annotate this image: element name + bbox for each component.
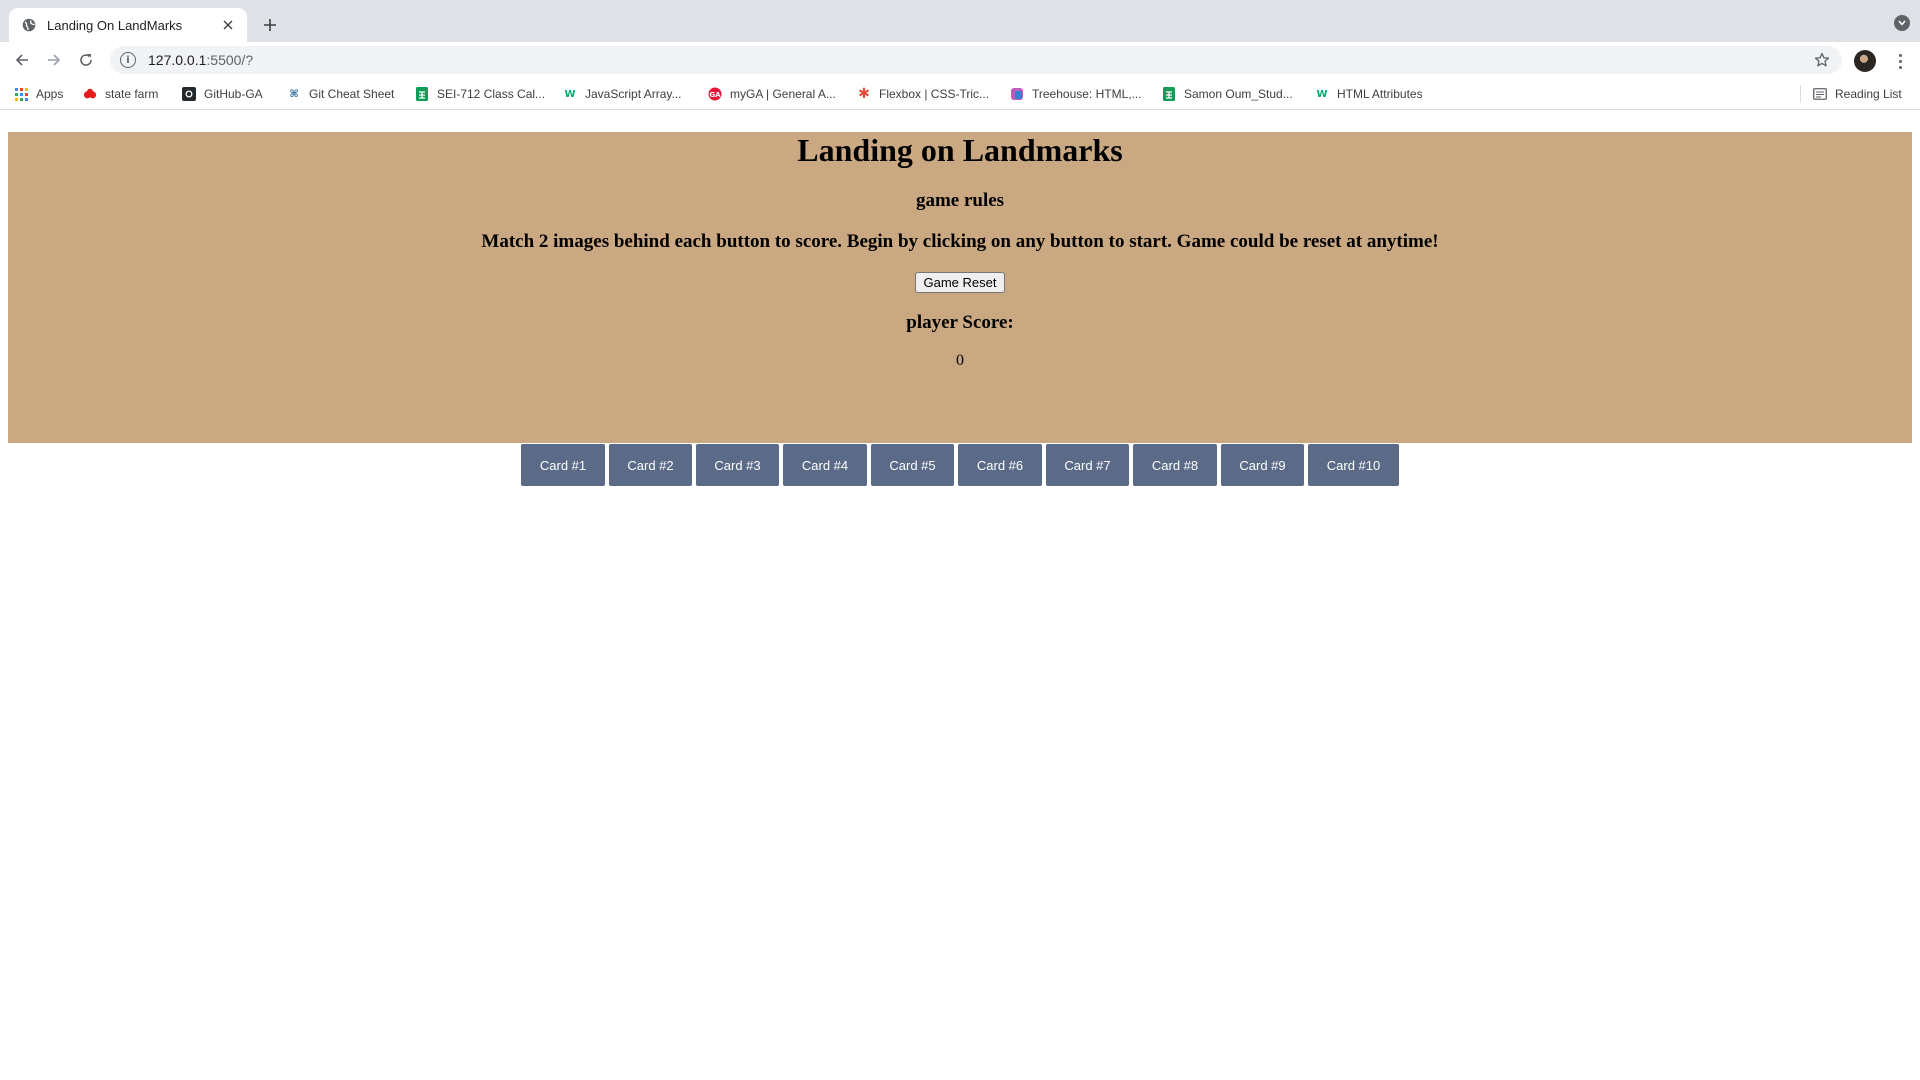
bookmark-samon-oum[interactable]: Samon Oum_Stud... <box>1162 85 1293 103</box>
rules-text: Match 2 images behind each button to sco… <box>481 231 1439 252</box>
state-farm-icon <box>83 87 97 101</box>
w3schools-icon: W <box>564 88 576 100</box>
card-button-row: Card #1 Card #2 Card #3 Card #4 Card #5 … <box>521 444 1399 486</box>
bookmark-label: Flexbox | CSS-Tric... <box>879 87 990 101</box>
page-viewport: Landing on Landmarks game rules Match 2 … <box>0 111 1920 1080</box>
sheets-icon <box>415 87 429 101</box>
bookmark-sei-712[interactable]: SEI-712 Class Cal... <box>415 85 545 103</box>
card-button-5[interactable]: Card #5 <box>871 444 954 486</box>
apps-grid-icon <box>14 87 28 101</box>
game-header: Landing on Landmarks game rules Match 2 … <box>8 132 1912 443</box>
bookmark-state-farm[interactable]: state farm <box>83 85 158 103</box>
bookmark-label: GitHub-GA <box>204 87 263 101</box>
bookmarks-bar: Apps state farm GitHub-GA ⌘ Git Cheat Sh… <box>0 78 1920 110</box>
back-button[interactable] <box>10 48 34 72</box>
score-label: player Score: <box>906 312 1014 333</box>
bookmark-label: HTML Attributes <box>1337 87 1423 101</box>
tab-strip: Landing On LandMarks <box>0 0 1920 42</box>
bookmark-label: myGA | General A... <box>730 87 836 101</box>
svg-text:GA: GA <box>709 91 721 99</box>
bookmark-label: Apps <box>36 87 64 101</box>
address-bar[interactable]: i 127.0.0.1:5500/? <box>110 46 1842 74</box>
url-path: :5500/? <box>206 52 254 68</box>
github-icon <box>182 87 196 101</box>
card-button-1[interactable]: Card #1 <box>521 444 605 486</box>
bookmark-label: Treehouse: HTML,... <box>1032 87 1142 101</box>
bookmark-javascript-array[interactable]: W JavaScript Array... <box>563 85 681 103</box>
url-text: 127.0.0.1:5500/? <box>148 52 1812 68</box>
card-button-8[interactable]: Card #8 <box>1133 444 1217 486</box>
bookmark-flexbox[interactable]: ✱ Flexbox | CSS-Tric... <box>857 85 989 103</box>
bookmark-label: Samon Oum_Stud... <box>1184 87 1293 101</box>
tab-title: Landing On LandMarks <box>47 17 183 33</box>
arrow-right-icon <box>48 54 61 66</box>
star-icon[interactable] <box>1812 50 1832 70</box>
tab-search-button[interactable] <box>1894 15 1910 31</box>
card-button-4[interactable]: Card #4 <box>783 444 867 486</box>
globe-icon <box>21 17 37 33</box>
bookmark-label: SEI-712 Class Cal... <box>437 87 546 101</box>
bookmark-github-ga[interactable]: GitHub-GA <box>182 85 263 103</box>
git-icon: ⌘ <box>289 88 299 100</box>
css-tricks-icon: ✱ <box>858 86 870 102</box>
reading-list-label: Reading List <box>1835 87 1902 101</box>
card-button-2[interactable]: Card #2 <box>609 444 692 486</box>
bookmark-label: JavaScript Array... <box>585 87 682 101</box>
bookmark-myga[interactable]: GA myGA | General A... <box>708 85 836 103</box>
url-host: 127.0.0.1 <box>148 52 207 68</box>
score-value: 0 <box>956 352 964 369</box>
browser-toolbar: i 127.0.0.1:5500/? <box>0 42 1920 78</box>
reading-list-icon <box>1813 87 1827 101</box>
arrow-left-icon <box>15 54 28 66</box>
bookmark-html-attributes[interactable]: W HTML Attributes <box>1315 85 1423 103</box>
card-button-10[interactable]: Card #10 <box>1308 444 1399 486</box>
card-button-9[interactable]: Card #9 <box>1221 444 1304 486</box>
treehouse-icon <box>1010 87 1024 101</box>
menu-icon[interactable] <box>1890 50 1910 72</box>
card-button-6[interactable]: Card #6 <box>958 444 1042 486</box>
bookmark-label: Git Cheat Sheet <box>309 87 395 101</box>
bookmark-apps[interactable]: Apps <box>14 85 63 103</box>
bookmark-git-cheat-sheet[interactable]: ⌘ Git Cheat Sheet <box>287 85 394 103</box>
reading-list-button[interactable]: Reading List <box>1813 85 1902 103</box>
profile-avatar[interactable] <box>1854 50 1876 72</box>
info-icon[interactable]: i <box>120 52 136 68</box>
new-tab-button[interactable] <box>258 13 282 37</box>
game-reset-button[interactable]: Game Reset <box>915 272 1005 293</box>
page-title: Landing on Landmarks <box>797 132 1123 168</box>
rules-heading: game rules <box>915 190 1005 211</box>
bookmark-treehouse[interactable]: Treehouse: HTML,... <box>1010 85 1142 103</box>
card-button-7[interactable]: Card #7 <box>1046 444 1129 486</box>
w3schools-icon: W <box>1316 88 1328 100</box>
bookmark-label: state farm <box>105 87 159 101</box>
browser-tab[interactable]: Landing On LandMarks <box>9 8 247 42</box>
forward-button[interactable] <box>42 48 66 72</box>
chevron-down-icon <box>1898 20 1906 26</box>
bookmarks-divider <box>1800 85 1801 103</box>
reload-icon <box>80 54 92 66</box>
plus-icon <box>264 19 276 31</box>
card-button-3[interactable]: Card #3 <box>696 444 779 486</box>
ga-icon: GA <box>708 87 722 101</box>
sheets-icon <box>1162 87 1176 101</box>
close-icon[interactable] <box>219 16 237 34</box>
reload-button[interactable] <box>74 48 98 72</box>
